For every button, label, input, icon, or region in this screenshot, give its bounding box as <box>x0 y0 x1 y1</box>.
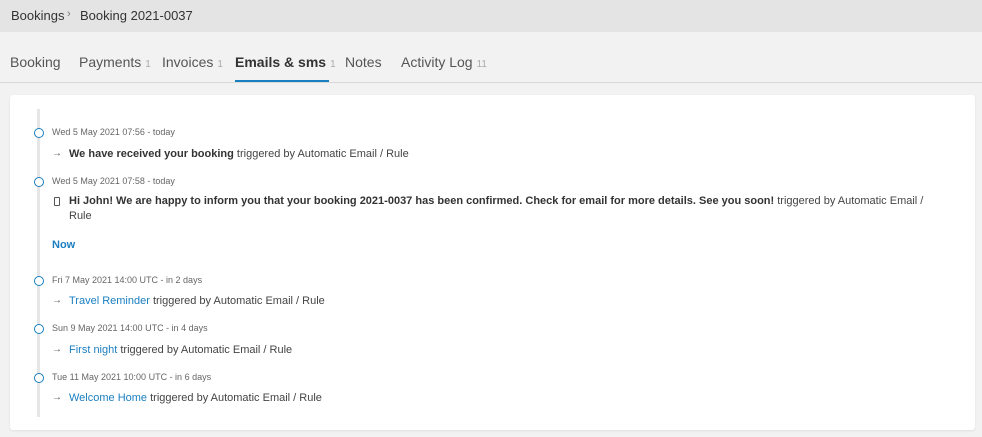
tab-notes[interactable]: Notes <box>345 54 382 70</box>
arrow-right-icon: → <box>52 295 62 306</box>
tab-count: 1 <box>330 59 336 70</box>
breadcrumb-bookings-link[interactable]: Bookings <box>11 8 64 23</box>
timeline-line <box>37 109 40 417</box>
tab-label: Activity Log <box>401 54 473 70</box>
tab-activity-log[interactable]: Activity Log 11 <box>401 54 487 70</box>
tab-bar: Booking Payments 1 Invoices 1 Emails & sms… <box>0 32 982 83</box>
timeline-dot <box>34 276 44 286</box>
timeline-panel: Wed 5 May 2021 07:56 - today → We have r… <box>10 95 975 430</box>
mobile-phone-icon <box>54 197 60 206</box>
tab-booking[interactable]: Booking <box>10 54 61 70</box>
entry-timestamp: Tue 11 May 2021 10:00 UTC - in 6 days <box>52 372 212 382</box>
arrow-right-icon: → <box>52 344 62 355</box>
arrow-right-icon: → <box>52 392 62 403</box>
entry-subject: We have received your booking <box>69 148 234 160</box>
entry-timestamp: Wed 5 May 2021 07:56 - today <box>52 127 175 137</box>
tab-label: Invoices <box>162 54 214 70</box>
tab-payments[interactable]: Payments 1 <box>79 54 151 70</box>
timeline-dot <box>34 177 44 187</box>
entry-timestamp: Wed 5 May 2021 07:58 - today <box>52 176 175 186</box>
entry-timestamp: Fri 7 May 2021 14:00 UTC - in 2 days <box>52 275 203 285</box>
tab-invoices[interactable]: Invoices 1 <box>162 54 223 70</box>
timeline-dot <box>34 373 44 383</box>
entry-message: Travel Reminder triggered by Automatic E… <box>69 294 949 309</box>
entry-message: First night triggered by Automatic Email… <box>69 343 949 358</box>
tab-label: Emails & sms <box>235 54 327 70</box>
breadcrumb: Bookings › Booking 2021-0037 <box>0 0 982 32</box>
breadcrumb-current: Booking 2021-0037 <box>80 8 193 23</box>
entry-trigger: triggered by Automatic Email / Rule <box>117 344 293 356</box>
arrow-right-icon: → <box>52 148 62 159</box>
entry-trigger: triggered by Automatic Email / Rule <box>233 148 409 160</box>
tab-label: Notes <box>345 54 382 70</box>
entry-message: Hi John! We are happy to inform you that… <box>69 194 929 224</box>
entry-trigger: triggered by Automatic Email / Rule <box>147 392 322 404</box>
email-link-welcome-home[interactable]: Welcome Home <box>69 392 147 404</box>
timeline-dot <box>34 128 44 138</box>
email-link-travel-reminder[interactable]: Travel Reminder <box>69 295 150 307</box>
entry-message: We have received your booking triggered … <box>69 147 949 162</box>
tab-count: 1 <box>145 59 151 70</box>
now-marker: Now <box>52 239 76 251</box>
tab-count: 11 <box>476 59 487 70</box>
entry-trigger: triggered by Automatic Email / Rule <box>149 295 325 307</box>
tab-label: Booking <box>10 54 61 70</box>
tab-emails-sms[interactable]: Emails & sms 1 <box>235 54 336 70</box>
tab-count: 1 <box>217 59 223 70</box>
entry-subject: Hi John! We are happy to inform you that… <box>69 195 775 207</box>
entry-timestamp: Sun 9 May 2021 14:00 UTC - in 4 days <box>52 323 208 333</box>
timeline-dot <box>34 324 44 334</box>
entry-message: Welcome Home triggered by Automatic Emai… <box>69 391 949 406</box>
active-tab-indicator <box>235 80 329 82</box>
tab-label: Payments <box>79 54 142 70</box>
email-link-first-night[interactable]: First night <box>69 344 117 356</box>
chevron-right-icon: › <box>67 8 71 20</box>
